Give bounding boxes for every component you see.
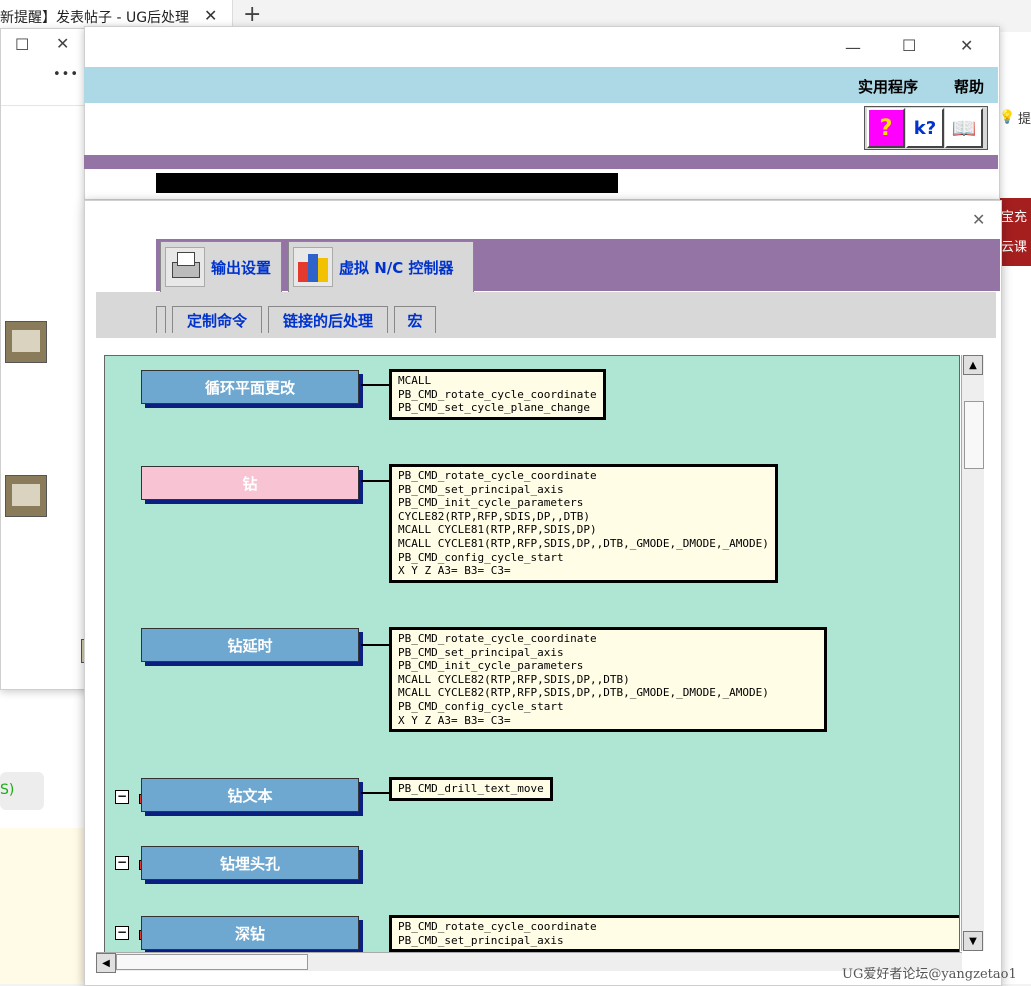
dialog-close-icon[interactable]: ✕ xyxy=(972,210,985,229)
tab-close-icon[interactable]: ✕ xyxy=(204,6,217,25)
code-line: CYCLE82(RTP,RFP,SDIS,DP,,DTB) xyxy=(398,509,591,523)
code-line: MCALL CYCLE82(RTP,RFP,SDIS,DP,,DTB) xyxy=(398,672,630,686)
menu-utilities[interactable]: 实用程序 xyxy=(858,76,918,97)
event-canvas: 循环平面更改 MCALL PB_CMD_rotate_cycle_coordin… xyxy=(104,355,960,953)
avatar[interactable] xyxy=(5,475,47,517)
event-drill[interactable]: 钻 xyxy=(141,466,359,500)
code-block[interactable]: MCALL PB_CMD_rotate_cycle_coordinate PB_… xyxy=(389,369,606,420)
tab-band xyxy=(156,239,1000,291)
close-icon[interactable]: ✕ xyxy=(56,34,69,53)
chat-bubble-text: S) xyxy=(0,782,15,798)
code-line: PB_CMD_rotate_cycle_coordinate xyxy=(398,920,597,933)
tab-virtual-nc-controller-label: 虚拟 N/C 控制器 xyxy=(339,258,454,277)
code-block[interactable]: PB_CMD_drill_text_move xyxy=(389,777,553,801)
code-line: PB_CMD_init_cycle_parameters xyxy=(398,496,584,510)
code-line: PB_CMD_config_cycle_start xyxy=(398,699,564,713)
promo-banner[interactable]: 宝充 云课 xyxy=(999,198,1031,266)
maximize-icon[interactable]: ☐ xyxy=(902,36,916,55)
event-drill-dwell[interactable]: 钻延时 xyxy=(141,628,359,662)
promo-line-1: 宝充 xyxy=(1001,210,1028,225)
code-line: PB_CMD_set_cycle_plane_change xyxy=(398,401,591,415)
tab-custom-commands[interactable]: 定制命令 xyxy=(172,306,262,333)
promo-line-2: 云课 xyxy=(1001,240,1028,255)
code-line: PB_CMD_rotate_cycle_coordinate xyxy=(398,387,597,401)
collapse-icon[interactable]: − xyxy=(115,856,129,870)
scroll-thumb[interactable] xyxy=(116,954,308,970)
connector-line xyxy=(361,792,389,794)
code-line: MCALL CYCLE81(RTP,RFP,SDIS,DP,,DTB,_GMOD… xyxy=(398,536,769,550)
code-line: PB_CMD_rotate_cycle_coordinate xyxy=(398,632,597,645)
vertical-scrollbar[interactable]: ▲ ▼ xyxy=(961,355,984,951)
connector-line xyxy=(361,480,389,482)
maximize-icon[interactable]: ☐ xyxy=(15,35,29,54)
code-block[interactable]: PB_CMD_rotate_cycle_coordinate PB_CMD_se… xyxy=(389,627,827,733)
code-line: PB_CMD_init_cycle_parameters xyxy=(398,659,584,673)
manual-book-icon[interactable]: 📖 xyxy=(945,108,983,148)
collapse-icon[interactable]: − xyxy=(115,926,129,940)
code-line: MCALL CYCLE82(RTP,RFP,SDIS,DP,,DTB,_GMOD… xyxy=(398,686,769,700)
connector-line xyxy=(361,644,389,646)
code-line: PB_CMD_config_cycle_start xyxy=(398,550,564,564)
event-cycle-plane-change[interactable]: 循环平面更改 xyxy=(141,370,359,404)
tab-output-settings[interactable]: 输出设置 xyxy=(160,241,282,292)
code-block[interactable]: PB_CMD_rotate_cycle_coordinate PB_CMD_se… xyxy=(389,915,959,952)
lightbulb-icon: 💡 xyxy=(999,110,1016,125)
tab-linked-post[interactable]: 链接的后处理 xyxy=(268,306,388,333)
browser-tab-title: 新提醒】发表帖子 - UG后处理 xyxy=(0,10,190,26)
horizontal-scrollbar[interactable]: ◀ xyxy=(96,952,962,973)
new-tab-button[interactable]: + xyxy=(243,2,261,27)
connector-line xyxy=(361,384,389,386)
minimize-icon[interactable]: — xyxy=(845,38,861,57)
background-page xyxy=(998,32,1031,984)
scroll-down-button[interactable]: ▼ xyxy=(963,931,983,951)
code-line: PB_CMD_set_principal_axis xyxy=(398,482,564,496)
avatar[interactable] xyxy=(5,321,47,363)
tab-macros[interactable]: 宏 xyxy=(394,306,436,333)
event-drill-text[interactable]: 钻文本 xyxy=(141,778,359,812)
chat-bubble: S) xyxy=(0,772,44,810)
close-icon[interactable]: ✕ xyxy=(960,36,973,55)
printer-icon xyxy=(165,247,205,287)
code-line: PB_CMD_rotate_cycle_coordinate xyxy=(398,469,597,482)
code-line: X Y Z A3= B3= C3= xyxy=(398,713,511,727)
help-balloon-icon[interactable]: ? xyxy=(867,108,905,148)
status-band xyxy=(84,155,998,169)
scroll-left-button[interactable]: ◀ xyxy=(96,953,116,973)
subtab-hidden[interactable] xyxy=(156,306,166,333)
tab-output-settings-label: 输出设置 xyxy=(211,258,272,277)
code-line: MCALL CYCLE81(RTP,RFP,SDIS,DP) xyxy=(398,523,597,537)
hint-text: 提 xyxy=(1018,112,1031,127)
more-icon[interactable]: ••• xyxy=(53,67,79,82)
machine-icon xyxy=(293,247,333,287)
code-line: PB_CMD_set_principal_axis xyxy=(398,645,564,659)
code-line: PB_CMD_drill_text_move xyxy=(398,782,544,795)
menu-help[interactable]: 帮助 xyxy=(954,76,984,97)
code-line: X Y Z A3= B3= C3= xyxy=(398,564,511,578)
context-help-icon[interactable]: k? xyxy=(906,108,944,148)
code-block[interactable]: PB_CMD_rotate_cycle_coordinate PB_CMD_se… xyxy=(389,464,778,583)
event-deep-drill[interactable]: 深钻 xyxy=(141,916,359,950)
collapse-icon[interactable]: − xyxy=(115,790,129,804)
scroll-up-button[interactable]: ▲ xyxy=(963,355,983,375)
event-countersink[interactable]: 钻埋头孔 xyxy=(141,846,359,880)
chat-input-area xyxy=(0,828,84,984)
code-line: PB_CMD_set_principal_axis xyxy=(398,933,564,947)
scroll-thumb[interactable] xyxy=(964,401,984,469)
code-line: MCALL xyxy=(398,374,432,387)
progress-bar xyxy=(156,173,618,193)
tab-virtual-nc-controller[interactable]: 虚拟 N/C 控制器 xyxy=(288,241,474,292)
watermark: UG爱好者论坛@yangzetao1 xyxy=(842,967,1017,982)
